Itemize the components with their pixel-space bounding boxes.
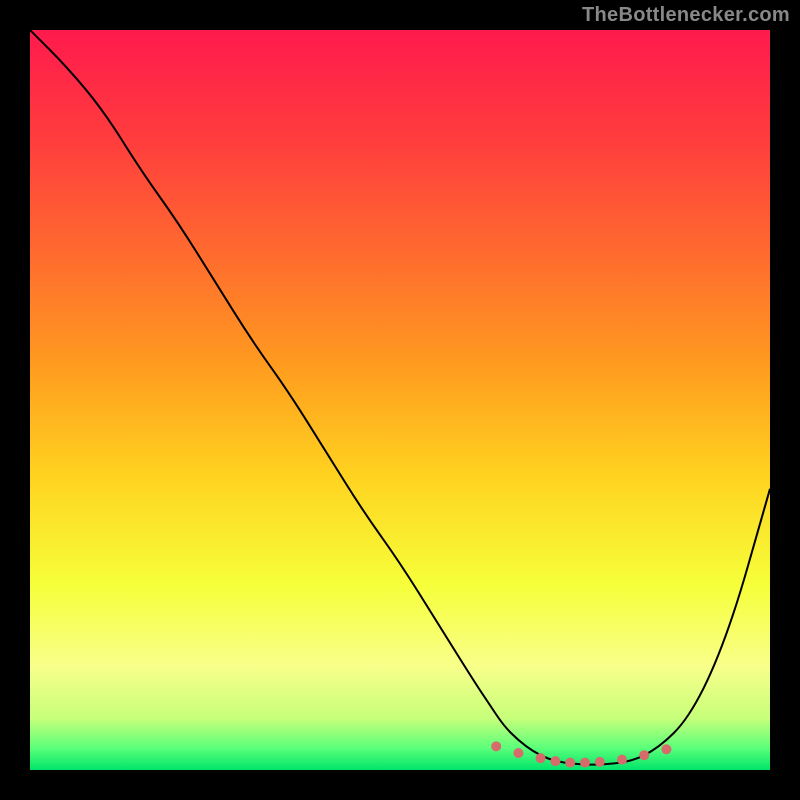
curve-marker [639,750,649,760]
curve-marker [550,756,560,766]
curve-marker [580,758,590,768]
curve-marker [661,744,671,754]
chart-plot-area [30,30,770,770]
chart-container: TheBottlenecker.com [0,0,800,800]
curve-marker [595,757,605,767]
chart-svg [30,30,770,770]
curve-marker [491,741,501,751]
curve-marker [565,758,575,768]
watermark-label: TheBottlenecker.com [582,4,790,27]
curve-marker [536,753,546,763]
curve-marker [513,748,523,758]
curve-marker [617,755,627,765]
chart-background [30,30,770,770]
